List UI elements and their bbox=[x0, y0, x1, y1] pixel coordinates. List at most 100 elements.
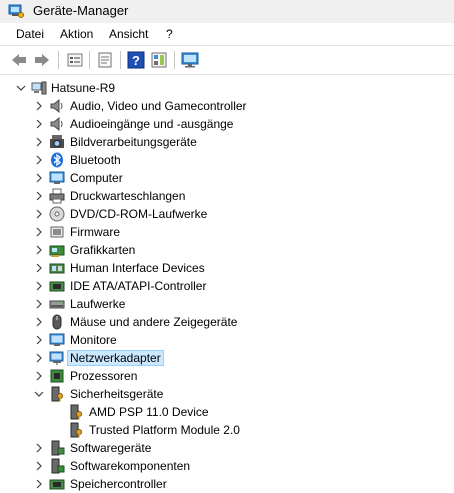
chevron-right-icon[interactable] bbox=[34, 154, 44, 166]
chevron-right-icon[interactable] bbox=[34, 298, 44, 310]
mouse-icon bbox=[52, 314, 62, 330]
svg-text:?: ? bbox=[132, 53, 140, 68]
security-key-icon bbox=[51, 386, 63, 402]
chevron-right-icon[interactable] bbox=[34, 352, 44, 364]
tree-item-imaging[interactable]: Bildverarbeitungsgeräte bbox=[0, 133, 454, 151]
chevron-right-icon[interactable] bbox=[34, 244, 44, 256]
processor-icon bbox=[50, 369, 64, 383]
tree-item-label: Softwaregeräte bbox=[70, 441, 152, 455]
toolbar-separator bbox=[120, 51, 121, 69]
chevron-right-icon[interactable] bbox=[34, 316, 44, 328]
printer-icon bbox=[49, 188, 65, 204]
tree-item-label: Softwarekomponenten bbox=[70, 459, 191, 473]
window-title: Geräte-Manager bbox=[33, 3, 129, 18]
tree-item-graphics[interactable]: Grafikkarten bbox=[0, 241, 454, 259]
controller-chip-icon bbox=[49, 281, 65, 292]
software-component-icon bbox=[51, 458, 65, 474]
chevron-right-icon[interactable] bbox=[34, 334, 44, 346]
chevron-right-icon[interactable] bbox=[34, 478, 44, 490]
camera-icon bbox=[50, 135, 64, 148]
tree-root[interactable]: Hatsune-R9 bbox=[0, 79, 454, 97]
tree-item-audio-video[interactable]: Audio, Video und Gamecontroller bbox=[0, 97, 454, 115]
tree-item-label: Bildverarbeitungsgeräte bbox=[70, 135, 197, 149]
tree-child-tpm[interactable]: Trusted Platform Module 2.0 bbox=[0, 421, 454, 439]
tree-child-amd-psp[interactable]: AMD PSP 11.0 Device bbox=[0, 403, 454, 421]
menu-ansicht[interactable]: Ansicht bbox=[109, 27, 148, 41]
tree-item-label: Monitore bbox=[70, 333, 117, 347]
tree-root-label: Hatsune-R9 bbox=[51, 81, 116, 95]
tree-item-drives[interactable]: Laufwerke bbox=[0, 295, 454, 313]
chevron-right-icon[interactable] bbox=[34, 190, 44, 202]
tree-item-print-queues[interactable]: Druckwarteschlangen bbox=[0, 187, 454, 205]
menu-bar: Datei Aktion Ansicht ? bbox=[0, 23, 454, 46]
tree-item-mice[interactable]: Mäuse und andere Zeigegeräte bbox=[0, 313, 454, 331]
chevron-right-icon[interactable] bbox=[34, 136, 44, 148]
speaker-icon bbox=[50, 116, 63, 132]
chevron-right-icon[interactable] bbox=[34, 262, 44, 274]
tree-item-computer[interactable]: Computer bbox=[0, 169, 454, 187]
menu-help[interactable]: ? bbox=[166, 27, 173, 41]
chevron-right-icon[interactable] bbox=[34, 172, 44, 184]
monitor-icon[interactable] bbox=[181, 51, 199, 69]
menu-aktion[interactable]: Aktion bbox=[60, 27, 93, 41]
tree-item-audio-io[interactable]: Audioeingänge und -ausgänge bbox=[0, 115, 454, 133]
device-tree: Hatsune-R9 Audio, Video und Gamecontroll… bbox=[0, 75, 454, 493]
chevron-right-icon[interactable] bbox=[34, 100, 44, 112]
chevron-right-icon[interactable] bbox=[34, 208, 44, 220]
properties-icon[interactable] bbox=[96, 51, 114, 69]
hid-icon bbox=[49, 263, 65, 274]
tree-child-label: AMD PSP 11.0 Device bbox=[89, 405, 209, 419]
tree-item-label: Bluetooth bbox=[70, 153, 121, 167]
chevron-right-icon[interactable] bbox=[34, 280, 44, 292]
security-key-icon bbox=[70, 404, 82, 420]
chevron-right-icon[interactable] bbox=[34, 118, 44, 130]
tree-item-network-adapters[interactable]: Netzwerkadapter bbox=[0, 349, 454, 367]
bluetooth-icon bbox=[51, 152, 63, 168]
chevron-right-icon[interactable] bbox=[34, 460, 44, 472]
back-icon[interactable] bbox=[10, 51, 28, 69]
hard-drive-icon bbox=[49, 300, 65, 309]
tree-item-label: Computer bbox=[70, 171, 123, 185]
tree-item-software-devices[interactable]: Softwaregeräte bbox=[0, 439, 454, 457]
tree-item-bluetooth[interactable]: Bluetooth bbox=[0, 151, 454, 169]
network-adapter-icon bbox=[49, 351, 64, 365]
tree-item-label: Human Interface Devices bbox=[70, 261, 205, 275]
storage-controller-icon bbox=[49, 479, 65, 490]
chevron-right-icon[interactable] bbox=[34, 370, 44, 382]
driver-view-icon[interactable] bbox=[150, 51, 168, 69]
tree-item-dvd[interactable]: DVD/CD-ROM-Laufwerke bbox=[0, 205, 454, 223]
tree-item-label: Firmware bbox=[70, 225, 120, 239]
chevron-right-icon[interactable] bbox=[34, 442, 44, 454]
tree-item-firmware[interactable]: Firmware bbox=[0, 223, 454, 241]
tree-item-label: Audio, Video und Gamecontroller bbox=[70, 99, 247, 113]
tree-item-processors[interactable]: Prozessoren bbox=[0, 367, 454, 385]
devices-view-icon[interactable] bbox=[66, 51, 84, 69]
software-device-icon bbox=[51, 440, 65, 456]
chevron-right-icon[interactable] bbox=[34, 226, 44, 238]
tree-item-storage-controllers[interactable]: Speichercontroller bbox=[0, 475, 454, 493]
tree-item-ide[interactable]: IDE ATA/ATAPI-Controller bbox=[0, 277, 454, 295]
toolbar-separator bbox=[174, 51, 175, 69]
help-icon[interactable]: ? bbox=[127, 51, 145, 69]
chevron-down-icon[interactable] bbox=[34, 388, 44, 400]
disc-icon bbox=[49, 206, 65, 222]
speaker-icon bbox=[50, 98, 63, 114]
device-manager-icon bbox=[8, 4, 24, 18]
tree-item-label: IDE ATA/ATAPI-Controller bbox=[70, 279, 207, 293]
toolbar-separator bbox=[58, 51, 59, 69]
firmware-icon bbox=[50, 226, 64, 238]
menu-datei[interactable]: Datei bbox=[16, 27, 44, 41]
computer-icon bbox=[49, 171, 65, 184]
tree-item-security-devices[interactable]: Sicherheitsgeräte bbox=[0, 385, 454, 403]
tree-item-software-components[interactable]: Softwarekomponenten bbox=[0, 457, 454, 475]
monitor-icon bbox=[49, 333, 65, 346]
chevron-down-icon[interactable] bbox=[16, 82, 26, 94]
tree-item-label: Mäuse und andere Zeigegeräte bbox=[70, 315, 238, 329]
tree-item-label: Speichercontroller bbox=[70, 477, 167, 491]
title-bar: Geräte-Manager bbox=[0, 0, 454, 23]
security-key-icon bbox=[70, 422, 82, 438]
tree-item-monitors[interactable]: Monitore bbox=[0, 331, 454, 349]
forward-icon[interactable] bbox=[33, 51, 51, 69]
tree-item-label: DVD/CD-ROM-Laufwerke bbox=[70, 207, 208, 221]
tree-item-hid[interactable]: Human Interface Devices bbox=[0, 259, 454, 277]
